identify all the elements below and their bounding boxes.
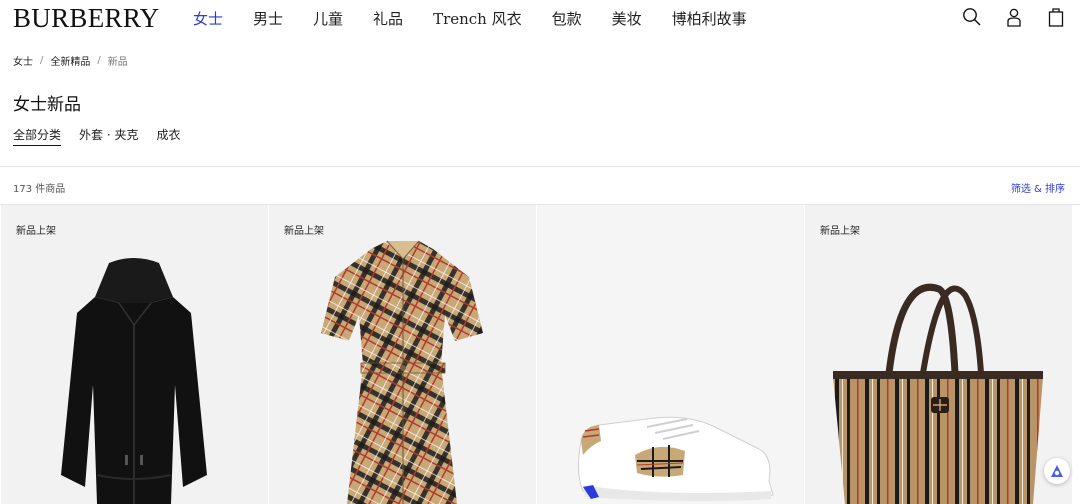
top-navigation: BURBERRY 女士 男士 儿童 礼品 Trench 风衣 包款 美妆 博柏利…	[0, 0, 1080, 40]
new-arrival-badge: 新品上架	[284, 226, 324, 237]
subcategory-all[interactable]: 全部分类	[13, 126, 62, 146]
product-card[interactable]	[537, 205, 804, 504]
product-card[interactable]: 新品上架	[1, 205, 268, 504]
nav-item-gifts[interactable]: 礼品	[373, 8, 403, 29]
header-tools	[962, 6, 1066, 28]
results-count: 173 件商品	[13, 184, 66, 195]
product-card[interactable]: 新品上架	[269, 205, 536, 504]
product-grid: 新品上架 新品上架 新品上架	[1, 205, 1080, 504]
shopping-bag-icon[interactable]	[1046, 6, 1066, 28]
subcategory-ready-to-wear[interactable]: 成衣	[156, 126, 180, 146]
main-nav: 女士 男士 儿童 礼品 Trench 风衣 包款 美妆 博柏利故事	[193, 8, 777, 29]
new-arrival-badge: 新品上架	[16, 226, 56, 237]
search-icon[interactable]	[962, 6, 982, 28]
breadcrumb-women[interactable]: 女士	[13, 53, 33, 68]
assistant-icon[interactable]	[1044, 458, 1070, 484]
breadcrumb-current: 新品	[107, 57, 128, 68]
nav-item-children[interactable]: 儿童	[313, 8, 343, 29]
filter-sort-button[interactable]: 筛选 & 排序	[1011, 180, 1065, 195]
breadcrumb-new-arrivals[interactable]: 全新精品	[50, 53, 90, 68]
nav-item-men[interactable]: 男士	[253, 8, 283, 29]
nav-item-beauty[interactable]: 美妆	[612, 8, 642, 29]
brand-logo[interactable]: BURBERRY	[13, 3, 159, 34]
section-divider	[0, 166, 1080, 167]
product-card[interactable]: 新品上架	[805, 205, 1072, 504]
account-icon[interactable]	[1004, 6, 1024, 28]
subcategory-tabs: 全部分类 外套 · 夹克 成衣	[13, 126, 198, 146]
nav-item-bags[interactable]: 包款	[552, 8, 582, 29]
product-image-check-dress	[321, 240, 483, 504]
nav-item-stories[interactable]: 博柏利故事	[672, 8, 747, 29]
product-image-black-jacket	[61, 258, 207, 504]
product-image-sneaker	[577, 416, 774, 502]
product-image-tote-bag	[833, 283, 1043, 504]
breadcrumb-separator: /	[40, 55, 44, 66]
nav-item-women[interactable]: 女士	[193, 8, 223, 29]
nav-item-trench[interactable]: Trench 风衣	[433, 8, 522, 29]
subcategory-outerwear[interactable]: 外套 · 夹克	[79, 126, 138, 146]
page-title: 女士新品	[13, 95, 81, 115]
breadcrumb: 女士 / 全新精品 / 新品	[13, 53, 128, 68]
new-arrival-badge: 新品上架	[820, 226, 860, 237]
breadcrumb-separator: /	[97, 55, 101, 66]
